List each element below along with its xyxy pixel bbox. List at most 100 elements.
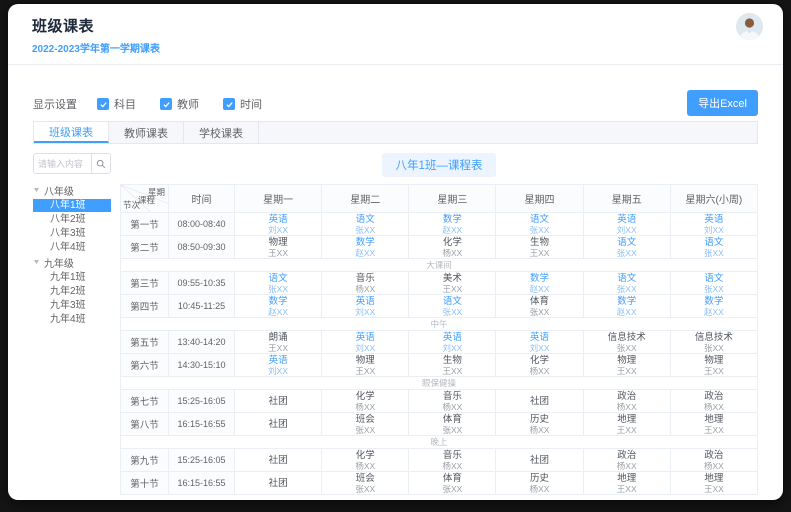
lesson-subject: 数学 [322, 237, 408, 248]
tree-group-toggle[interactable]: ▼八年级 [33, 183, 111, 197]
lesson-cell: 化学杨XX [322, 449, 409, 472]
lesson-teacher: 王XX [671, 484, 757, 494]
lesson-cell: 朗诵王XX [235, 331, 322, 354]
lesson-teacher: 赵XX [496, 284, 582, 294]
lesson-cell: 数学赵XX [322, 236, 409, 259]
day-column-header: 星期二 [322, 185, 409, 213]
period-time: 16:15-16:55 [169, 413, 235, 436]
tree-group: ▼八年级八年1班八年2班八年3班八年4班 [33, 183, 111, 254]
lesson-teacher: 张XX [322, 425, 408, 435]
lesson-cell: 英语刘XX [235, 213, 322, 236]
tree-item[interactable]: 九年4班 [33, 313, 111, 326]
lesson-cell: 班会张XX [322, 472, 409, 495]
tree-item[interactable]: 八年3班 [33, 227, 111, 240]
period-row: 第八节16:15-16:55社团班会张XX体育张XX历史杨XX地理王XX地理王X… [121, 413, 758, 436]
break-row: 中午 [121, 318, 758, 331]
tab[interactable]: 学校课表 [184, 122, 259, 143]
tree-item[interactable]: 八年2班 [33, 213, 111, 226]
lesson-cell: 历史杨XX [496, 472, 583, 495]
lesson-cell: 地理王XX [583, 472, 670, 495]
lesson-teacher: 杨XX [496, 484, 582, 494]
lesson-cell: 物理王XX [670, 354, 757, 377]
tree-group-label: 八年级 [44, 183, 74, 198]
lesson-subject: 体育 [409, 473, 495, 484]
lesson-teacher: 杨XX [671, 461, 757, 471]
lesson-subject: 朗诵 [235, 332, 321, 343]
period-name: 第三节 [121, 272, 169, 295]
tree-item[interactable]: 八年4班 [33, 241, 111, 254]
day-column-header: 星期四 [496, 185, 583, 213]
lesson-cell: 化学杨XX [409, 236, 496, 259]
tree-item[interactable]: 九年1班 [33, 271, 111, 284]
search-input[interactable] [34, 154, 91, 173]
tab-active[interactable]: 班级课表 [34, 122, 109, 143]
lesson-teacher: 张XX [671, 248, 757, 258]
page-subtitle: 2022-2023学年第一学期课表 [32, 40, 759, 55]
display-checkbox[interactable]: 科目 [97, 96, 136, 112]
lesson-subject: 语文 [496, 214, 582, 225]
corner-header-cell: 星期 课程 节次 [121, 185, 169, 213]
lesson-teacher: 杨XX [496, 366, 582, 376]
user-photo-icon [736, 13, 763, 40]
checkbox-checked-icon[interactable] [160, 98, 172, 110]
tree-item-selected[interactable]: 八年1班 [33, 199, 111, 212]
lesson-cell: 音乐杨XX [409, 390, 496, 413]
tree-item[interactable]: 九年2班 [33, 285, 111, 298]
lesson-cell: 社团 [235, 449, 322, 472]
lesson-subject: 英语 [322, 332, 408, 343]
lesson-cell: 信息技术张XX [583, 331, 670, 354]
period-row: 第四节10:45-11:25数学赵XX英语刘XX语文张XX体育张XX数学赵XX数… [121, 295, 758, 318]
lesson-subject: 数学 [409, 214, 495, 225]
break-label: 眼保健操 [121, 377, 758, 390]
lesson-subject: 音乐 [409, 391, 495, 402]
lesson-teacher: 杨XX [409, 248, 495, 258]
checkbox-label: 教师 [177, 96, 199, 112]
lesson-cell: 英语刘XX [409, 331, 496, 354]
export-excel-button[interactable]: 导出Excel [687, 90, 758, 116]
tree-item[interactable]: 九年3班 [33, 299, 111, 312]
period-name: 第五节 [121, 331, 169, 354]
page-title: 班级课表 [32, 15, 759, 36]
checkbox-checked-icon[interactable] [97, 98, 109, 110]
lesson-subject: 美术 [409, 273, 495, 284]
class-tree: ▼八年级八年1班八年2班八年3班八年4班▼九年级九年1班九年2班九年3班九年4班 [33, 183, 111, 326]
break-label: 晚上 [121, 436, 758, 449]
lesson-teacher: 张XX [409, 425, 495, 435]
tab[interactable]: 教师课表 [109, 122, 184, 143]
period-row: 第一节08:00-08:40英语刘XX语文张XX数学赵XX语文张XX英语刘XX英… [121, 213, 758, 236]
checkbox-checked-icon[interactable] [223, 98, 235, 110]
lesson-cell: 生物王XX [409, 354, 496, 377]
period-time: 08:50-09:30 [169, 236, 235, 259]
schedule-tabs: 班级课表教师课表学校课表 [33, 121, 758, 144]
lesson-subject: 英语 [322, 296, 408, 307]
lesson-teacher: 王XX [671, 366, 757, 376]
lesson-teacher: 张XX [409, 307, 495, 317]
search-icon [96, 159, 106, 169]
lesson-subject: 语文 [584, 237, 670, 248]
lesson-teacher: 王XX [235, 248, 321, 258]
tree-group-toggle[interactable]: ▼九年级 [33, 255, 111, 269]
display-checkbox[interactable]: 时间 [223, 96, 262, 112]
lesson-teacher: 王XX [322, 366, 408, 376]
lesson-cell: 语文张XX [409, 295, 496, 318]
lesson-teacher: 王XX [584, 425, 670, 435]
lesson-teacher: 赵XX [409, 225, 495, 235]
lesson-subject: 数学 [235, 296, 321, 307]
lesson-cell: 语文张XX [583, 236, 670, 259]
display-settings-checkboxes: 科目 教师 时间 [97, 96, 286, 112]
lesson-cell: 地理王XX [670, 413, 757, 436]
lesson-teacher: 刘XX [322, 343, 408, 353]
display-checkbox[interactable]: 教师 [160, 96, 199, 112]
caret-down-icon: ▼ [32, 259, 40, 266]
lesson-subject: 政治 [671, 450, 757, 461]
search-button[interactable] [91, 154, 110, 173]
lesson-cell: 物理王XX [583, 354, 670, 377]
lesson-cell: 语文张XX [670, 272, 757, 295]
lesson-subject: 物理 [584, 355, 670, 366]
checkbox-label: 科目 [114, 96, 136, 112]
lesson-subject: 英语 [496, 332, 582, 343]
day-column-header: 星期三 [409, 185, 496, 213]
user-avatar[interactable] [736, 13, 763, 40]
lesson-teacher: 王XX [409, 284, 495, 294]
lesson-teacher: 张XX [671, 284, 757, 294]
